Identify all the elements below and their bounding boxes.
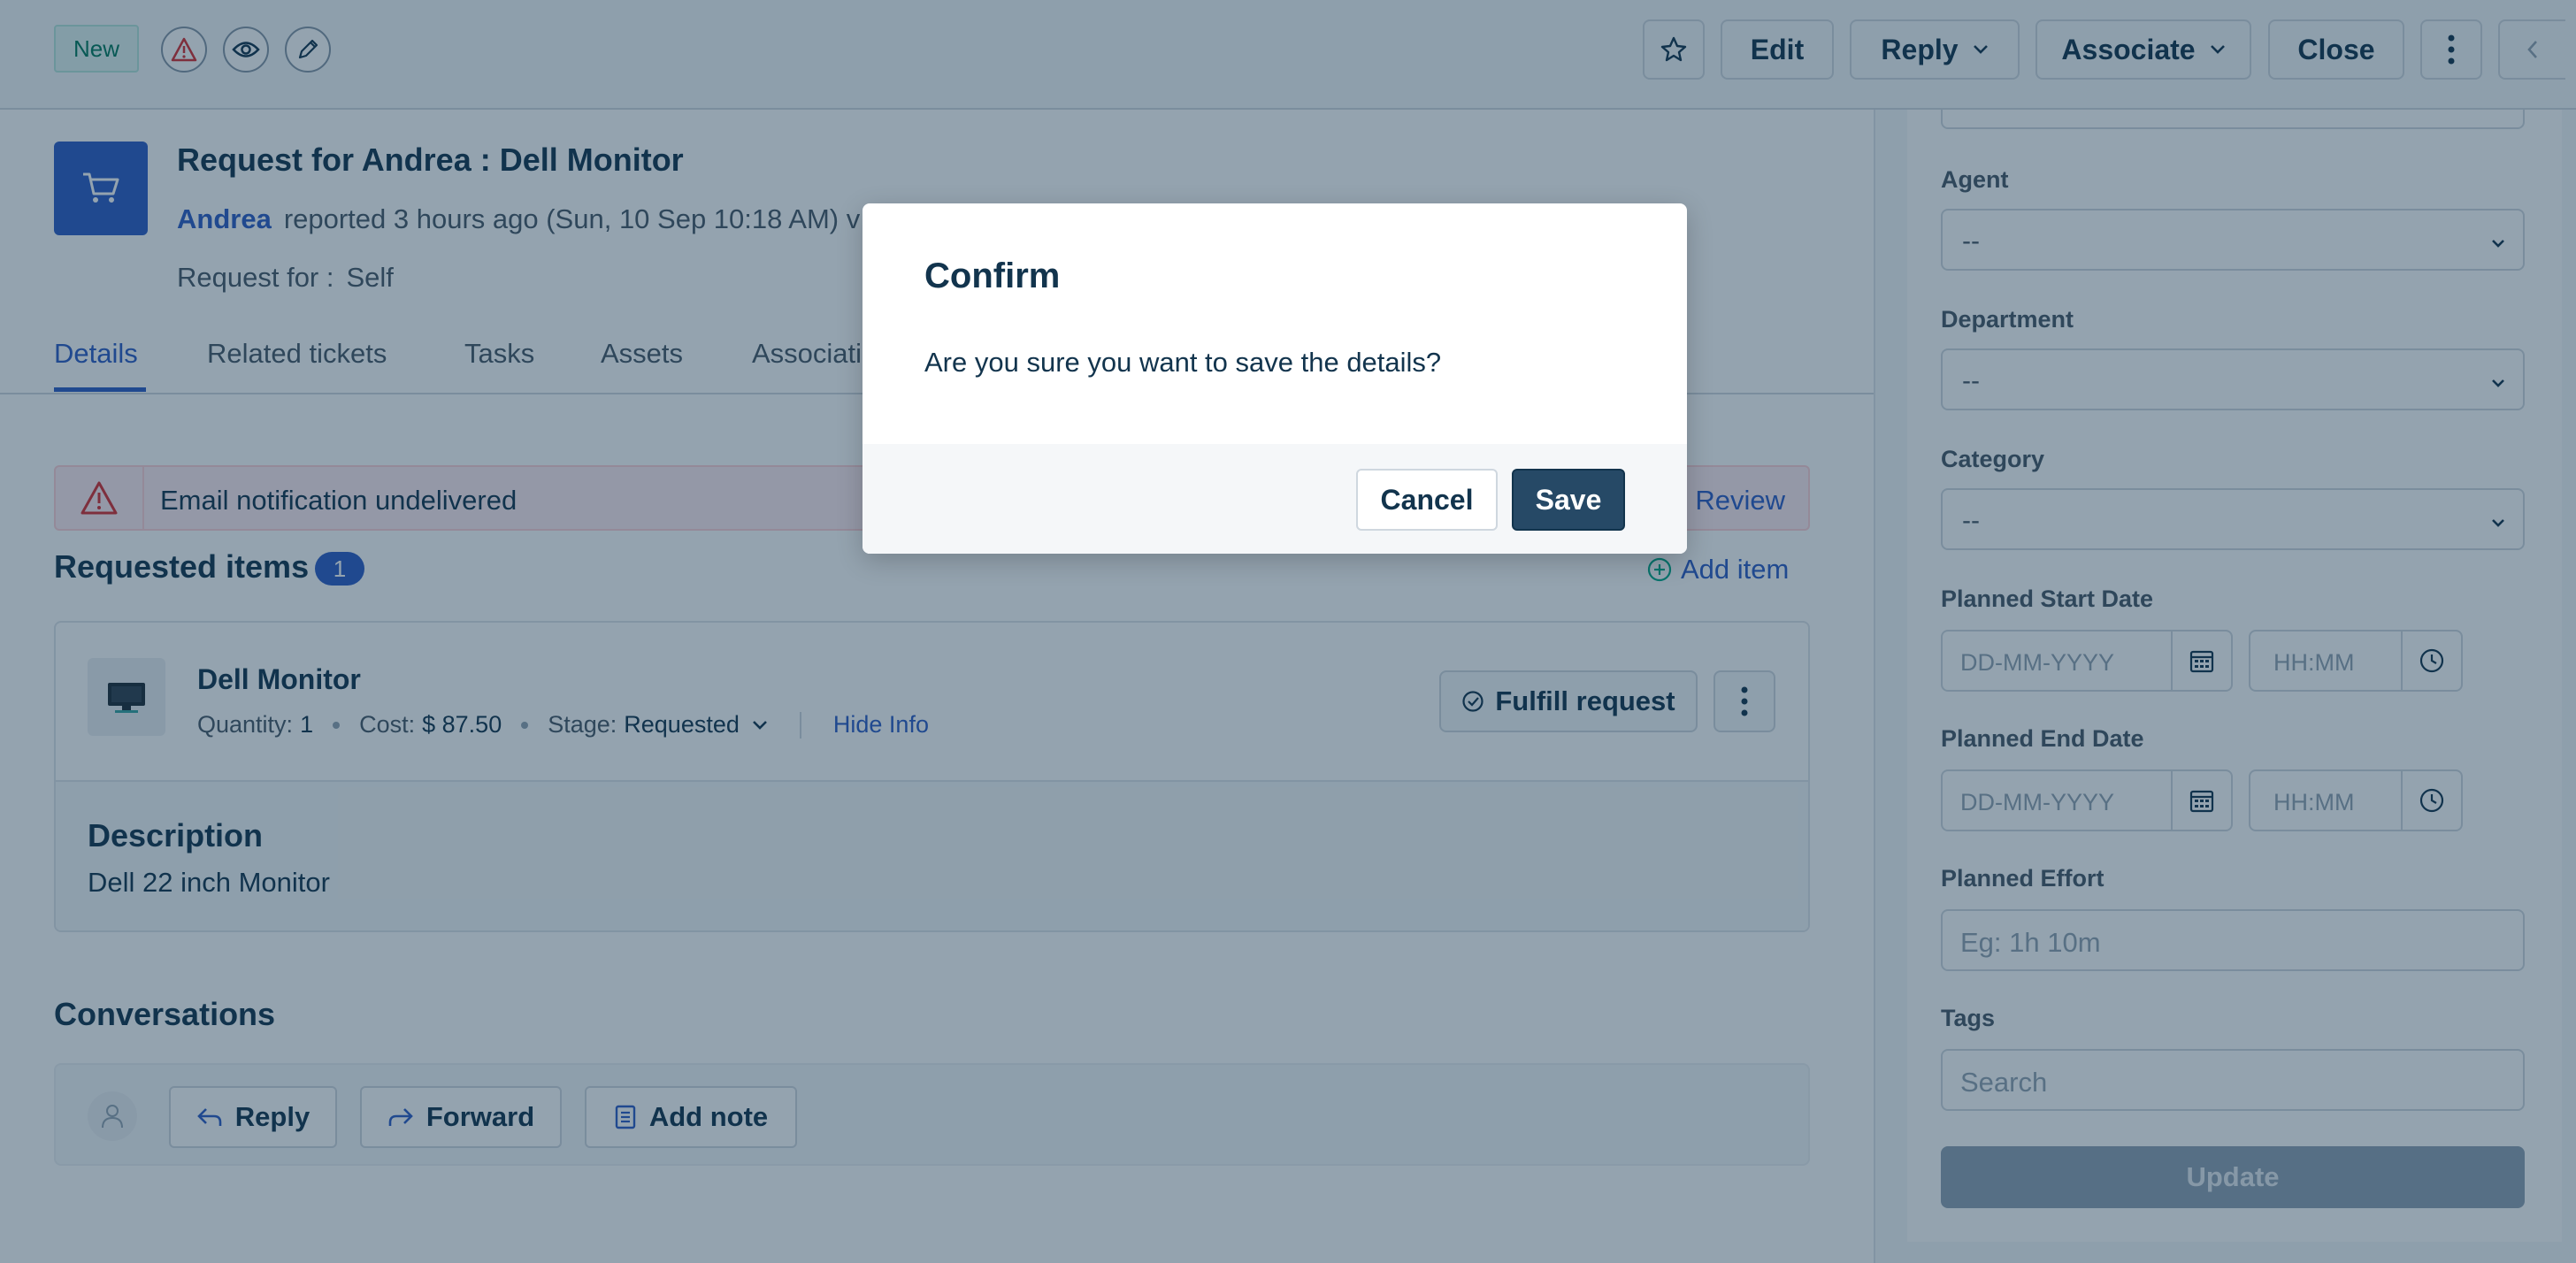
dialog-footer: Cancel Save [862, 444, 1687, 554]
confirm-dialog: Confirm Are you sure you want to save th… [862, 203, 1687, 554]
dialog-message: Are you sure you want to save the detail… [924, 347, 1442, 378]
modal-backdrop[interactable] [0, 0, 2576, 1263]
save-button[interactable]: Save [1512, 469, 1625, 531]
cancel-button[interactable]: Cancel [1356, 469, 1498, 531]
dialog-title: Confirm [924, 256, 1061, 295]
